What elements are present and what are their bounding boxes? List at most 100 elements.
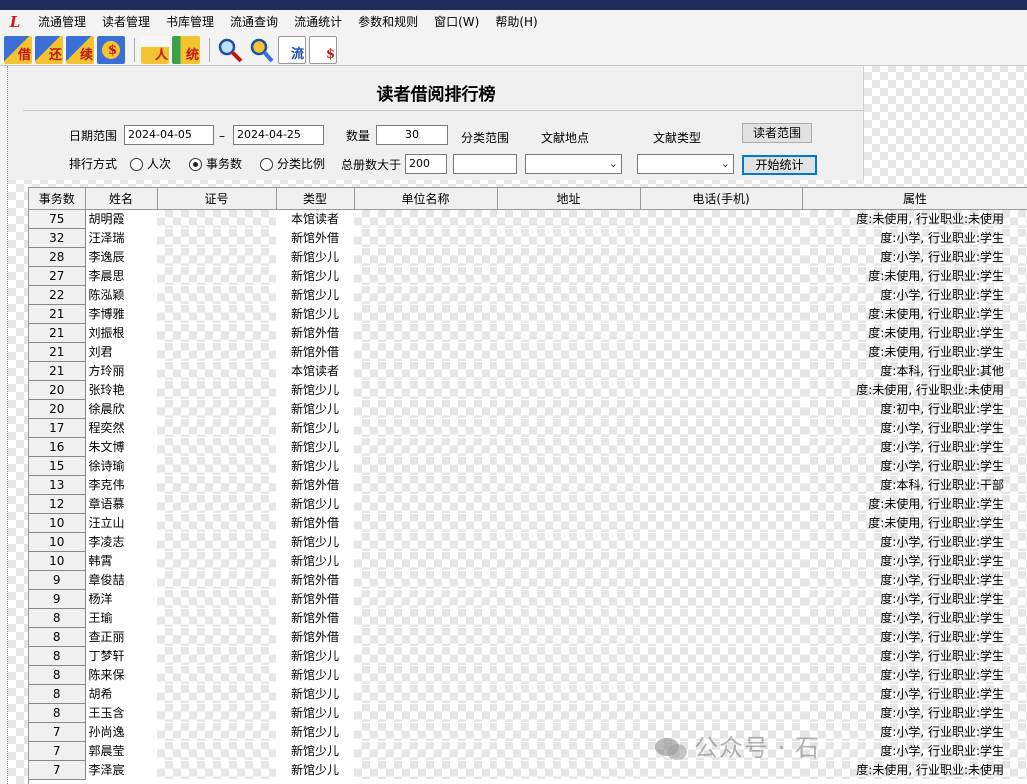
table-row[interactable]: 7 郭晨莹 新馆少儿 度:小学, 行业职业:学生 xyxy=(29,741,1027,761)
table-row[interactable]: 75 胡明霞 本馆读者 度:未使用, 行业职业:未使用 xyxy=(29,209,1027,229)
table-row[interactable]: 10 李凌志 新馆少儿 度:小学, 行业职业:学生 xyxy=(29,532,1027,552)
renew-icon[interactable]: 续 xyxy=(66,35,94,64)
table-row[interactable]: 9 杨洋 新馆外借 度:小学, 行业职业:学生 xyxy=(29,589,1027,609)
toolbar-separator xyxy=(134,37,135,62)
table-row[interactable]: 8 王瑜 新馆外借 度:小学, 行业职业:学生 xyxy=(29,608,1027,628)
col-header-transactions[interactable]: 事务数 xyxy=(29,188,86,210)
cell-transactions: 16 xyxy=(29,437,86,457)
col-header-address[interactable]: 地址 xyxy=(497,188,641,210)
table-row[interactable]: 8 胡希 新馆少儿 度:小学, 行业职业:学生 xyxy=(29,684,1027,704)
table-row[interactable]: 20 张玲艳 新馆少儿 度:未使用, 行业职业:未使用 xyxy=(29,380,1027,400)
menu-window[interactable]: 窗口(W) xyxy=(426,11,487,33)
cell-attributes: 度:小学, 行业职业:学生 xyxy=(802,532,1027,552)
cell-address xyxy=(497,209,640,229)
cell-attributes: 度:小学, 行业职业:学生 xyxy=(802,437,1027,457)
cell-phone xyxy=(640,247,802,267)
cell-type: 新馆少儿 xyxy=(276,494,354,514)
table-row[interactable]: 13 李克伟 新馆外借 度:本科, 行业职业:干部 xyxy=(29,475,1027,495)
location-select[interactable]: ⌄ xyxy=(525,154,622,174)
table-row[interactable]: 20 徐晨欣 新馆少儿 度:初中, 行业职业:学生 xyxy=(29,399,1027,419)
cell-address xyxy=(497,380,640,400)
cell-type: 新馆少儿 xyxy=(276,285,354,305)
doctype-select[interactable]: ⌄ xyxy=(637,154,734,174)
table-row[interactable]: 21 方玲丽 本馆读者 度:本科, 行业职业:其他 xyxy=(29,361,1027,381)
radio-person-times[interactable]: 人次 xyxy=(130,155,171,173)
menu-circulation[interactable]: 流通管理 xyxy=(30,11,94,33)
table-row[interactable]: 8 查正丽 新馆外借 度:小学, 行业职业:学生 xyxy=(29,627,1027,647)
cell-unit xyxy=(354,475,497,495)
cell-type: 新馆外借 xyxy=(276,513,354,533)
cell-card-no xyxy=(157,608,276,628)
toolbar-separator xyxy=(209,37,210,62)
cell-type: 新馆外借 xyxy=(276,570,354,590)
cell-address xyxy=(497,399,640,419)
cell-type: 新馆少儿 xyxy=(276,456,354,476)
col-header-name[interactable]: 姓名 xyxy=(85,188,158,210)
table-row[interactable]: 21 李博雅 新馆少儿 度:未使用, 行业职业:学生 xyxy=(29,304,1027,324)
date-to-field[interactable]: 2024-04-25 xyxy=(233,125,324,145)
table-row[interactable]: 21 刘振根 新馆外借 度:未使用, 行业职业:学生 xyxy=(29,323,1027,343)
reader-scope-button[interactable]: 读者范围 xyxy=(742,123,812,143)
table-row[interactable]: 28 李逸辰 新馆少儿 度:小学, 行业职业:学生 xyxy=(29,247,1027,267)
borrow-icon[interactable]: 借 xyxy=(4,35,32,64)
cell-transactions: 17 xyxy=(29,418,86,438)
cell-address xyxy=(497,456,640,476)
reader-search-icon[interactable] xyxy=(247,36,275,64)
cell-phone xyxy=(640,209,802,229)
cell-card-no xyxy=(157,532,276,552)
table-row[interactable]: 10 韩霄 新馆少儿 度:小学, 行业职业:学生 xyxy=(29,551,1027,571)
search-icon[interactable] xyxy=(216,36,244,64)
menu-help[interactable]: 帮助(H) xyxy=(487,11,545,33)
reader-icon[interactable]: 人 xyxy=(141,35,169,64)
fine-chart-icon[interactable]: $ xyxy=(309,35,337,64)
table-row[interactable]: 12 章语慕 新馆少儿 度:未使用, 行业职业:学生 xyxy=(29,494,1027,514)
table-row[interactable]: 8 王玉含 新馆少儿 度:小学, 行业职业:学生 xyxy=(29,703,1027,723)
cell-transactions: 7 xyxy=(29,741,86,761)
menu-statistics[interactable]: 流通统计 xyxy=(286,11,350,33)
return-icon[interactable]: 还 xyxy=(35,35,63,64)
radio-category-ratio[interactable]: 分类比例 xyxy=(260,155,325,173)
col-header-attributes[interactable]: 属性 xyxy=(802,188,1027,210)
fine-icon[interactable]: $ xyxy=(97,35,125,64)
table-row[interactable]: 8 陈来保 新馆少儿 度:小学, 行业职业:学生 xyxy=(29,665,1027,685)
radio-label: 人次 xyxy=(147,157,172,171)
table-row[interactable]: 27 李晨思 新馆少儿 度:未使用, 行业职业:学生 xyxy=(29,266,1027,286)
table-row[interactable]: 9 章俊喆 新馆外借 度:小学, 行业职业:学生 xyxy=(29,570,1027,590)
col-header-card-no[interactable]: 证号 xyxy=(157,188,277,210)
table-row[interactable]: 10 汪立山 新馆外借 度:未使用, 行业职业:学生 xyxy=(29,513,1027,533)
table-row[interactable]: 17 程奕然 新馆少儿 度:小学, 行业职业:学生 xyxy=(29,418,1027,438)
col-header-type[interactable]: 类型 xyxy=(276,188,355,210)
radio-label: 分类比例 xyxy=(277,157,326,171)
menu-stacks[interactable]: 书库管理 xyxy=(158,11,222,33)
count-field[interactable]: 30 xyxy=(376,125,448,145)
radio-transactions[interactable]: 事务数 xyxy=(189,155,242,173)
table-row[interactable]: 7 李泽宸 新馆少儿 度:未使用, 行业职业:未使用 xyxy=(29,760,1027,780)
menu-readers[interactable]: 读者管理 xyxy=(94,11,158,33)
table-row[interactable]: 32 汪泽瑞 新馆外借 度:小学, 行业职业:学生 xyxy=(29,228,1027,248)
start-stats-button[interactable]: 开始统计 xyxy=(742,155,817,175)
table-row[interactable]: 8 丁梦轩 新馆少儿 度:小学, 行业职业:学生 xyxy=(29,646,1027,666)
table-row[interactable]: 15 徐诗瑜 新馆少儿 度:小学, 行业职业:学生 xyxy=(29,456,1027,476)
cell-attributes: 度:未使用, 行业职业:未使用 xyxy=(802,380,1027,400)
table-row[interactable]: 7 孙尚逸 新馆少儿 度:小学, 行业职业:学生 xyxy=(29,722,1027,742)
table-row[interactable]: 21 刘君 新馆外借 度:未使用, 行业职业:学生 xyxy=(29,342,1027,362)
menu-query[interactable]: 流通查询 xyxy=(222,11,286,33)
count-label: 数量 xyxy=(346,129,371,143)
table-row[interactable]: 16 朱文博 新馆少儿 度:小学, 行业职业:学生 xyxy=(29,437,1027,457)
stats-icon[interactable]: 统 xyxy=(172,35,200,64)
cell-unit xyxy=(354,703,497,723)
cell-address xyxy=(497,551,640,571)
radio-dot xyxy=(130,157,143,171)
col-header-unit[interactable]: 单位名称 xyxy=(354,188,498,210)
date-from-field[interactable]: 2024-04-05 xyxy=(124,125,214,145)
category-range-field[interactable] xyxy=(453,154,517,174)
app-logo-icon: L xyxy=(9,13,21,31)
cell-card-no xyxy=(157,323,276,343)
col-header-phone[interactable]: 电话(手机) xyxy=(640,188,803,210)
menu-settings[interactable]: 参数和规则 xyxy=(350,11,426,33)
table-row[interactable]: 22 陈泓颖 新馆少儿 度:小学, 行业职业:学生 xyxy=(29,285,1027,305)
cell-phone xyxy=(640,532,802,552)
total-volumes-field[interactable]: 200 xyxy=(405,154,447,174)
circulation-chart-icon[interactable]: 流 xyxy=(278,35,306,64)
cell-unit xyxy=(354,304,497,324)
